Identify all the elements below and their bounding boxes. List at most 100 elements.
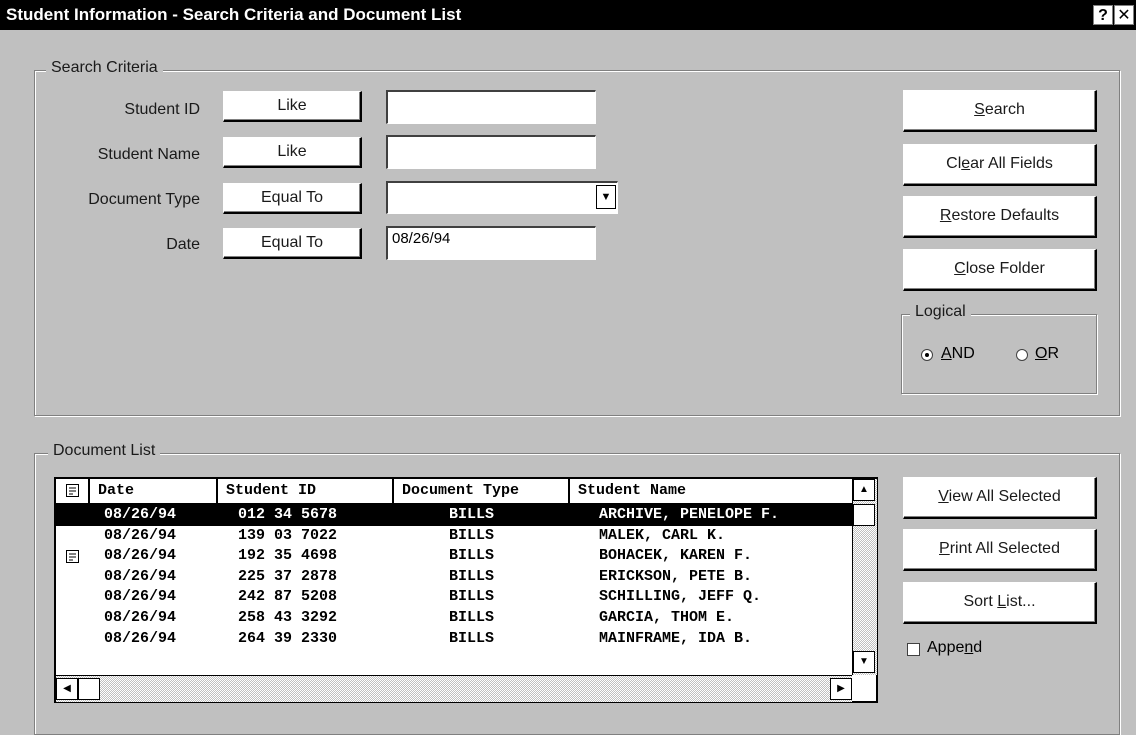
cell-date: 08/26/94 [104,506,177,523]
table-row[interactable]: 08/26/94 264 39 2330 BILLS MAINFRAME, IDA B… [56,629,852,650]
operator-date-button[interactable]: Equal To [223,228,362,259]
cell-type: BILLS [449,588,495,606]
view-all-selected-button[interactable]: View All Selected [903,477,1097,519]
clear-label-pre: Cl [946,155,962,172]
restore-label: estore Defaults [951,207,1060,224]
operator-student-id-button[interactable]: Like [223,91,362,122]
and-text: ND [951,345,975,362]
append-checkbox[interactable] [907,643,920,656]
append-label[interactable]: Append [927,639,982,657]
or-radio[interactable] [1016,349,1028,361]
print-all-selected-button[interactable]: Print All Selected [903,529,1097,571]
clear-all-fields-button[interactable]: Clear All Fields [903,144,1097,186]
operator-document-type-button[interactable]: Equal To [223,183,362,214]
cell-date: 08/26/94 [104,547,177,565]
chevron-down-icon[interactable]: ▼ [596,185,616,209]
restore-defaults-button[interactable]: Restore Defaults [903,196,1097,238]
hscroll-thumb[interactable] [78,678,100,700]
document-type-select[interactable] [386,181,618,214]
table-row[interactable]: 08/26/94 192 35 4698 BILLS BOHACEK, KAREN F… [56,546,852,567]
clear-label: ar All Fields [970,155,1053,172]
sort-mnemonic: L [997,593,1007,610]
date-field[interactable]: 08/26/94 [386,226,596,260]
and-mnemonic: A [941,345,952,362]
append-text: d [973,639,983,656]
header-document-type[interactable]: Document Type [394,479,570,505]
help-button[interactable]: ? [1093,5,1113,25]
sort-label-pre: Sort [963,593,998,610]
operator-student-name-button[interactable]: Like [223,137,362,168]
note-icon [66,550,79,564]
window-title: Student Information - Search Criteria an… [6,5,462,24]
header-student-id[interactable]: Student ID [218,479,394,505]
cell-type: BILLS [449,526,495,544]
restore-mnemonic: R [939,207,952,224]
label-document-type: Document Type [88,191,200,208]
table-row[interactable]: 08/26/94 139 03 7022 BILLS MALEK, CARL K. [56,526,852,547]
cell-name: BOHACEK, KAREN F. [599,547,753,565]
arrow-up-icon[interactable]: ▲ [853,479,875,501]
vertical-scrollbar[interactable]: ▲ ▼ [852,479,877,675]
table-row[interactable]: 08/26/94 242 87 5208 BILLS SCHILLING, JEFF … [56,587,852,608]
cell-date: 08/26/94 [104,588,177,606]
print-mnemonic: P [939,540,950,557]
sort-list-button[interactable]: Sort List... [903,582,1097,624]
cell-type: BILLS [449,506,495,523]
cell-type: BILLS [449,629,495,647]
view-label: iew All Selected [948,488,1061,505]
append-text-pre: Appe [927,639,965,656]
label-student-id: Student ID [124,101,200,118]
arrow-right-icon[interactable]: ▶ [830,678,852,700]
close-folder-button[interactable]: Close Folder [903,249,1097,291]
document-list-legend: Document List [48,442,161,460]
table-row[interactable]: 08/26/94 012 34 5678 BILLS ARCHIVE, PENELOP… [56,505,852,526]
and-label[interactable]: AND [941,345,975,363]
search-criteria-legend: Search Criteria [46,59,163,77]
or-text: R [1047,345,1060,362]
cell-date: 08/26/94 [104,567,177,585]
search-label: earch [984,101,1025,118]
cell-id: 192 35 4698 [238,547,338,565]
close-window-button[interactable]: ✕ [1114,5,1134,25]
or-label[interactable]: OR [1035,345,1059,363]
scroll-thumb[interactable] [853,504,875,526]
print-label: rint All Selected [949,540,1060,557]
title-bar[interactable]: Student Information - Search Criteria an… [0,0,1136,30]
document-rows: 08/26/94 012 34 5678 BILLS ARCHIVE, PENELOP… [56,505,852,675]
arrow-left-icon[interactable]: ◀ [56,678,78,700]
cell-id: 012 34 5678 [238,506,338,523]
header-note-column[interactable] [56,479,90,505]
arrow-down-icon[interactable]: ▼ [853,651,875,673]
cell-id: 258 43 3292 [238,609,338,626]
logical-legend: Logical [910,303,971,321]
student-id-field[interactable] [386,90,596,124]
and-radio[interactable] [921,349,933,361]
horizontal-scrollbar[interactable]: ◀ ▶ [56,675,852,702]
cell-id: 242 87 5208 [238,588,338,606]
label-date: Date [166,236,200,253]
close-label: lose Folder [965,260,1045,277]
document-list[interactable]: Date Student ID Document Type Student Na… [54,477,878,703]
cell-type: BILLS [449,567,495,585]
cell-date: 08/26/94 [104,629,177,647]
clear-mnemonic: e [961,155,971,172]
header-date[interactable]: Date [90,479,218,505]
cell-id: 264 39 2330 [238,629,338,647]
cell-date: 08/26/94 [104,526,177,544]
cell-name: ARCHIVE, PENELOPE F. [599,506,780,523]
table-row[interactable]: 08/26/94 258 43 3292 BILLS GARCIA, THOM E. [56,608,852,629]
student-name-field[interactable] [386,135,596,169]
cell-name: MALEK, CARL K. [599,526,726,544]
cell-type: BILLS [449,547,495,565]
append-mnemonic: n [964,639,974,656]
table-row[interactable]: 08/26/94 225 37 2878 BILLS ERICKSON, PETE B… [56,567,852,588]
view-mnemonic: V [938,488,949,505]
cell-name: GARCIA, THOM E. [599,609,735,626]
cell-date: 08/26/94 [104,609,177,626]
header-student-name[interactable]: Student Name [570,479,852,505]
or-mnemonic: O [1035,345,1048,362]
cell-name: SCHILLING, JEFF Q. [599,588,762,606]
cell-id: 139 03 7022 [238,526,338,544]
close-mnemonic: C [954,260,966,277]
search-button[interactable]: Search [903,90,1097,132]
